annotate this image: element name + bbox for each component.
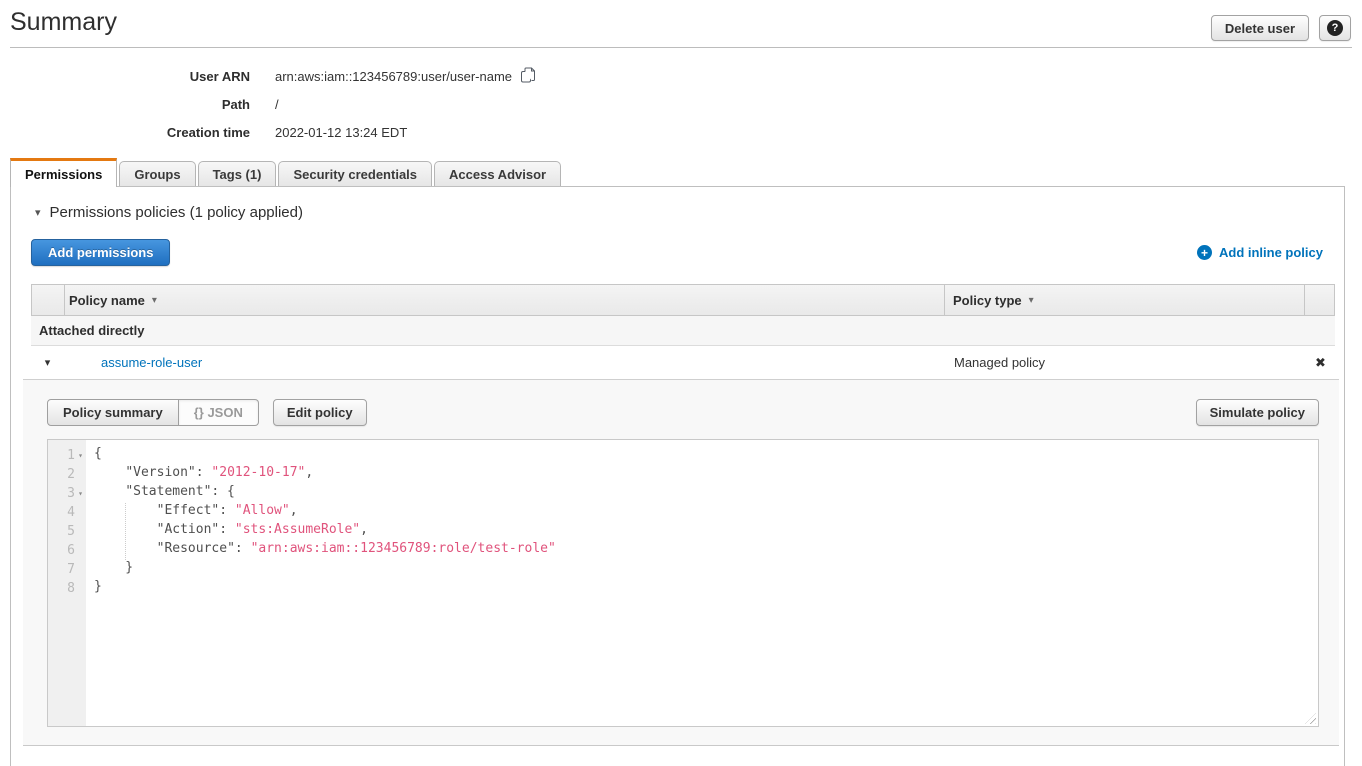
tab-access-advisor[interactable]: Access Advisor xyxy=(434,161,561,186)
policies-table: Policy name ▾ Policy type ▾ Attached dir… xyxy=(31,284,1335,379)
tab-permissions[interactable]: Permissions xyxy=(10,158,117,187)
chevron-down-icon: ▾ xyxy=(35,206,41,219)
json-view-button[interactable]: {} JSON xyxy=(179,399,259,426)
fold-toggle-icon[interactable]: ▾ xyxy=(75,451,86,460)
edit-policy-button[interactable]: Edit policy xyxy=(273,399,367,426)
add-inline-policy-link[interactable]: + Add inline policy xyxy=(1197,245,1323,260)
detach-policy-icon[interactable]: ✖ xyxy=(1315,355,1326,371)
policies-table-header: Policy name ▾ Policy type ▾ xyxy=(31,284,1335,316)
creation-time-value: 2022-01-12 13:24 EDT xyxy=(250,125,407,140)
json-editor-lines: { "Version": "2012-10-17", "Statement": … xyxy=(94,446,1318,598)
section-heading-label: Permissions policies (1 policy applied) xyxy=(50,204,303,221)
policy-name-cell: assume-role-user xyxy=(64,355,946,370)
policy-type-column-header[interactable]: Policy type ▾ xyxy=(945,285,1305,315)
attached-directly-group-row: Attached directly xyxy=(31,316,1335,346)
code-line: "Resource": "arn:aws:iam::123456789:role… xyxy=(94,541,1318,560)
plus-icon: + xyxy=(1197,245,1212,260)
indent-guide xyxy=(125,503,126,560)
simulate-policy-button[interactable]: Simulate policy xyxy=(1196,399,1319,426)
detail-label: Path xyxy=(0,97,250,112)
permissions-tab-panel: ▾ Permissions policies (1 policy applied… xyxy=(10,186,1345,766)
policy-detail-toolbar: Policy summary {} JSON Edit policy Simul… xyxy=(47,399,1319,426)
user-details: User ARN arn:aws:iam::123456789:user/use… xyxy=(0,62,536,146)
tab-security-credentials[interactable]: Security credentials xyxy=(278,161,432,186)
actions-column-header xyxy=(1305,285,1334,315)
json-policy-editor[interactable]: 1▾23▾45678 { "Version": "2012-10-17", "S… xyxy=(47,439,1319,727)
policy-table-row: ▾ assume-role-user Managed policy ✖ xyxy=(31,346,1335,379)
code-line: "Effect": "Allow", xyxy=(94,503,1318,522)
policy-actions-cell: ✖ xyxy=(1306,355,1335,371)
row-collapse-icon[interactable]: ▾ xyxy=(45,356,51,369)
delete-user-button[interactable]: Delete user xyxy=(1211,15,1309,41)
expand-column-header xyxy=(32,285,65,315)
help-button[interactable]: ? xyxy=(1319,15,1351,41)
json-editor-code[interactable]: { "Version": "2012-10-17", "Statement": … xyxy=(86,440,1318,726)
detail-row-path: Path / xyxy=(0,90,536,118)
policy-view-switcher: Policy summary {} JSON xyxy=(47,399,259,426)
sort-caret-icon: ▾ xyxy=(1029,295,1034,306)
tab-tags[interactable]: Tags (1) xyxy=(198,161,277,186)
code-line: } xyxy=(94,560,1318,579)
sort-caret-icon: ▾ xyxy=(152,295,157,306)
page-title: Summary xyxy=(10,8,117,37)
policy-type-header-label: Policy type xyxy=(953,293,1022,308)
policy-name-header-label: Policy name xyxy=(69,293,145,308)
help-icon: ? xyxy=(1327,20,1343,36)
add-permissions-button[interactable]: Add permissions xyxy=(31,239,170,266)
json-editor-gutter: 1▾23▾45678 xyxy=(48,440,86,726)
iam-user-summary-page: Summary Delete user ? User ARN arn:aws:i… xyxy=(0,0,1362,766)
policy-detail-panel: Policy summary {} JSON Edit policy Simul… xyxy=(23,379,1339,746)
header-divider xyxy=(10,47,1352,48)
copy-icon[interactable] xyxy=(520,67,536,86)
code-line: "Action": "sts:AssumeRole", xyxy=(94,522,1318,541)
detail-label: Creation time xyxy=(0,125,250,140)
tab-groups[interactable]: Groups xyxy=(119,161,195,186)
detail-label: User ARN xyxy=(0,69,250,84)
tab-bar: Permissions Groups Tags (1) Security cre… xyxy=(10,158,1345,187)
code-line: } xyxy=(94,579,1318,598)
detail-row-user-arn: User ARN arn:aws:iam::123456789:user/use… xyxy=(0,62,536,90)
path-value: / xyxy=(250,97,279,112)
page-actions: Delete user ? xyxy=(1211,15,1351,41)
add-inline-policy-label: Add inline policy xyxy=(1219,245,1323,260)
policy-actions-bar: Add permissions + Add inline policy xyxy=(31,239,1323,266)
fold-toggle-icon[interactable]: ▾ xyxy=(75,489,86,498)
policy-name-column-header[interactable]: Policy name ▾ xyxy=(65,285,945,315)
permissions-policies-section-toggle[interactable]: ▾ Permissions policies (1 policy applied… xyxy=(35,204,303,221)
code-line: "Version": "2012-10-17", xyxy=(94,465,1318,484)
code-line: "Statement": { xyxy=(94,484,1318,503)
policy-name-link[interactable]: assume-role-user xyxy=(101,355,202,370)
editor-resize-handle[interactable] xyxy=(1305,713,1316,724)
row-expand-cell: ▾ xyxy=(31,356,64,369)
code-line: { xyxy=(94,446,1318,465)
policy-summary-view-button[interactable]: Policy summary xyxy=(47,399,179,426)
detail-row-creation-time: Creation time 2022-01-12 13:24 EDT xyxy=(0,118,536,146)
policy-type-cell: Managed policy xyxy=(946,355,1306,370)
detail-value: arn:aws:iam::123456789:user/user-name xyxy=(250,67,536,86)
user-arn-value: arn:aws:iam::123456789:user/user-name xyxy=(275,69,512,84)
